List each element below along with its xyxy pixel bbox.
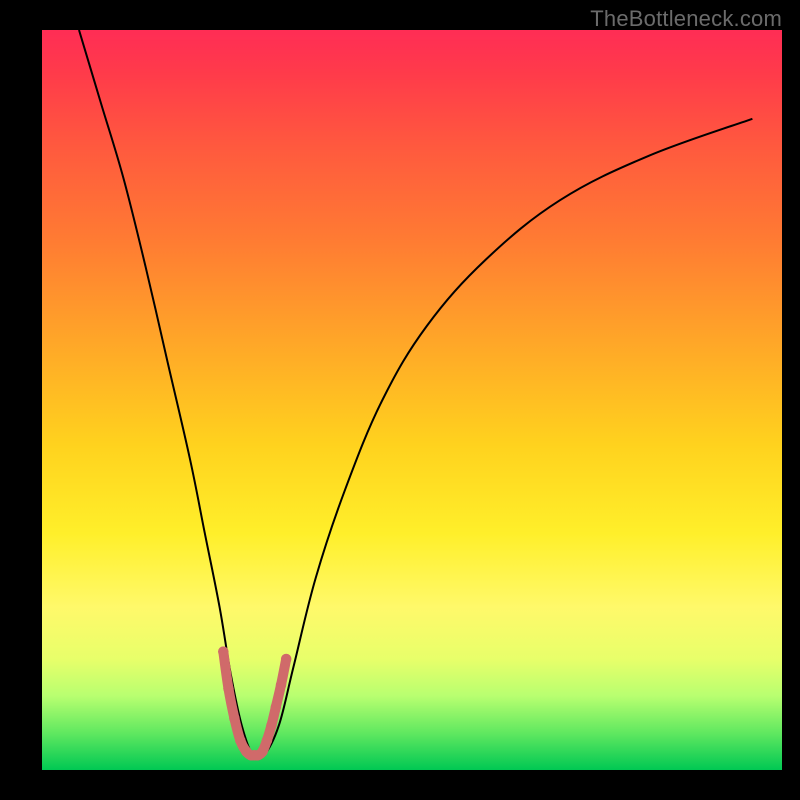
marker-dot	[262, 735, 273, 746]
plot-area	[42, 30, 782, 770]
marker-dot	[218, 646, 229, 657]
series-container	[79, 30, 752, 760]
marker-dot	[281, 654, 292, 665]
marker-dot	[229, 713, 240, 724]
marker-dot	[223, 683, 234, 694]
chart-frame: TheBottleneck.com	[0, 0, 800, 800]
series-bottleneck-curve	[79, 30, 752, 759]
marker-dot	[235, 735, 246, 746]
marker-dot	[271, 702, 282, 713]
marker-dot	[257, 746, 268, 757]
chart-svg	[42, 30, 782, 770]
watermark-text: TheBottleneck.com	[590, 6, 782, 32]
marker-dot	[276, 680, 287, 691]
marker-dot	[266, 720, 277, 731]
